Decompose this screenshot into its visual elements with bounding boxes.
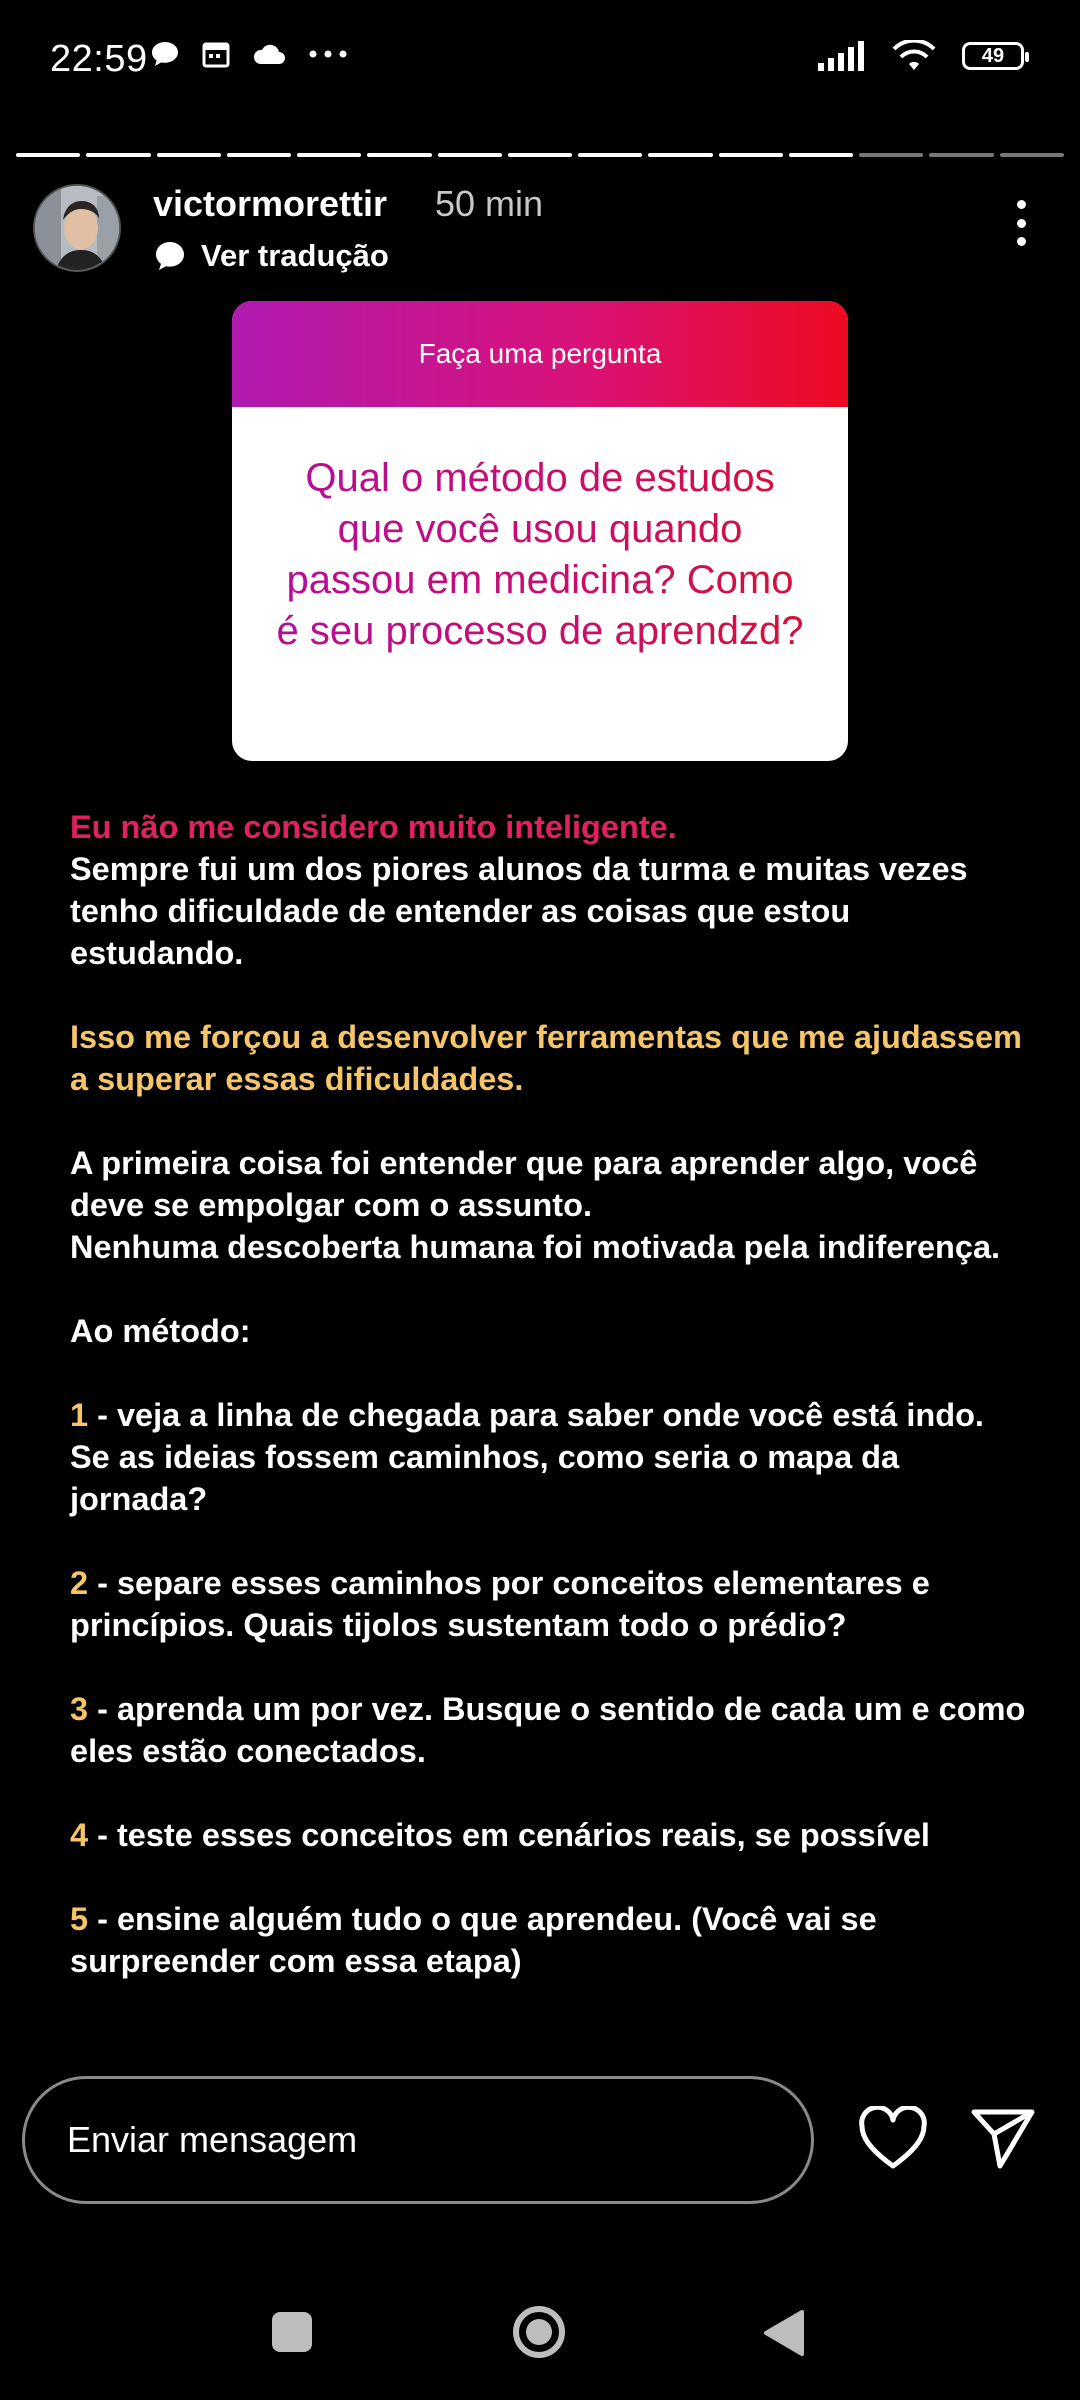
battery-icon: 49 (962, 42, 1029, 70)
back-icon[interactable] (762, 2308, 806, 2358)
intro-highlight: Eu não me considero muito inteligente. (70, 809, 677, 845)
avatar[interactable] (33, 184, 121, 272)
username[interactable]: victormorettir (153, 183, 387, 225)
signal-icon (818, 41, 864, 71)
paragraph-tools: Isso me forçou a desenvolver ferramentas… (70, 1019, 1022, 1097)
more-options-icon[interactable] (1014, 200, 1028, 246)
battery-level: 49 (981, 44, 1005, 67)
story-progress-segment (859, 153, 924, 157)
method-heading: Ao método: (70, 1313, 251, 1349)
story-progress-segment (156, 153, 221, 157)
more-dots-icon (309, 50, 347, 58)
step-number: 4 (70, 1817, 89, 1853)
translate-label: Ver tradução (201, 238, 389, 273)
story-progress-segment (16, 153, 81, 157)
wifi-icon (892, 40, 936, 70)
intro-text: Sempre fui um dos piores alunos da turma… (70, 851, 968, 971)
step-number: 5 (70, 1901, 89, 1937)
story-progress-segment (929, 153, 994, 157)
story-progress-segment (226, 153, 292, 157)
translate-link[interactable]: Ver tradução (153, 238, 389, 274)
motivation-line-2: Nenhuma descoberta humana foi motivada p… (70, 1229, 1001, 1265)
story-progress-segment (999, 153, 1064, 157)
method-step: 1 - veja a linha de chegada para saber o… (70, 1394, 1030, 1520)
story-progress-segment (718, 153, 783, 157)
recent-apps-icon[interactable] (272, 2312, 312, 2352)
story-progress-segment (367, 153, 432, 157)
motivation-line-1: A primeira coisa foi entender que para a… (70, 1145, 978, 1223)
avatar-image (35, 186, 119, 270)
status-system-icons: 49 (818, 40, 1029, 72)
status-time: 22:59 (50, 38, 148, 80)
step-text: - veja a linha de chegada para saber ond… (70, 1397, 984, 1517)
story-progress-segment (578, 153, 643, 157)
story-progress-segment (437, 153, 502, 157)
post-time: 50 min (435, 183, 544, 224)
method-step: 2 - separe esses caminhos por conceitos … (70, 1562, 1030, 1646)
story-progress-segment (507, 153, 573, 157)
send-icon[interactable] (970, 2104, 1036, 2170)
story-progress-segment (86, 153, 151, 157)
step-text: - aprenda um por vez. Busque o sentido d… (70, 1691, 1026, 1769)
step-text: - teste esses conceitos em cenários reai… (88, 1817, 930, 1853)
chat-bubble-icon (152, 42, 178, 66)
message-input[interactable]: Enviar mensagem (22, 2076, 814, 2204)
translate-icon (156, 242, 184, 270)
paragraph-motivation: A primeira coisa foi entender que para a… (70, 1142, 1030, 1268)
step-text: - separe esses caminhos por conceitos el… (70, 1565, 930, 1643)
step-number: 1 (70, 1397, 89, 1433)
status-notification-icons (150, 40, 348, 68)
message-placeholder: Enviar mensagem (67, 2119, 358, 2160)
home-icon[interactable] (512, 2305, 566, 2359)
heart-icon[interactable] (858, 2106, 928, 2172)
status-bar: 22:59 49 (0, 0, 1080, 120)
method-step: 4 - teste esses conceitos em cenários re… (70, 1814, 1030, 1856)
step-number: 2 (70, 1565, 89, 1601)
question-text: Qual o método de estudos que você usou q… (232, 407, 848, 657)
story-progress-segment (788, 153, 854, 157)
story-progress-segment (297, 153, 362, 157)
story-text: Eu não me considero muito inteligente. S… (70, 806, 1030, 2024)
story-progress-segment (648, 153, 713, 157)
method-step: 3 - aprenda um por vez. Busque o sentido… (70, 1688, 1030, 1772)
question-sticker: Faça uma pergunta Qual o método de estud… (232, 301, 848, 761)
question-sticker-header: Faça uma pergunta (232, 301, 848, 407)
calendar-icon (202, 42, 230, 68)
story-progress-bar (16, 153, 1064, 157)
method-step: 5 - ensine alguém tudo o que aprendeu. (… (70, 1898, 1030, 1982)
paragraph-intro: Eu não me considero muito inteligente. S… (70, 806, 1030, 974)
step-text: - ensine alguém tudo o que aprendeu. (Vo… (70, 1901, 877, 1979)
cloud-icon (253, 44, 285, 64)
step-number: 3 (70, 1691, 89, 1727)
